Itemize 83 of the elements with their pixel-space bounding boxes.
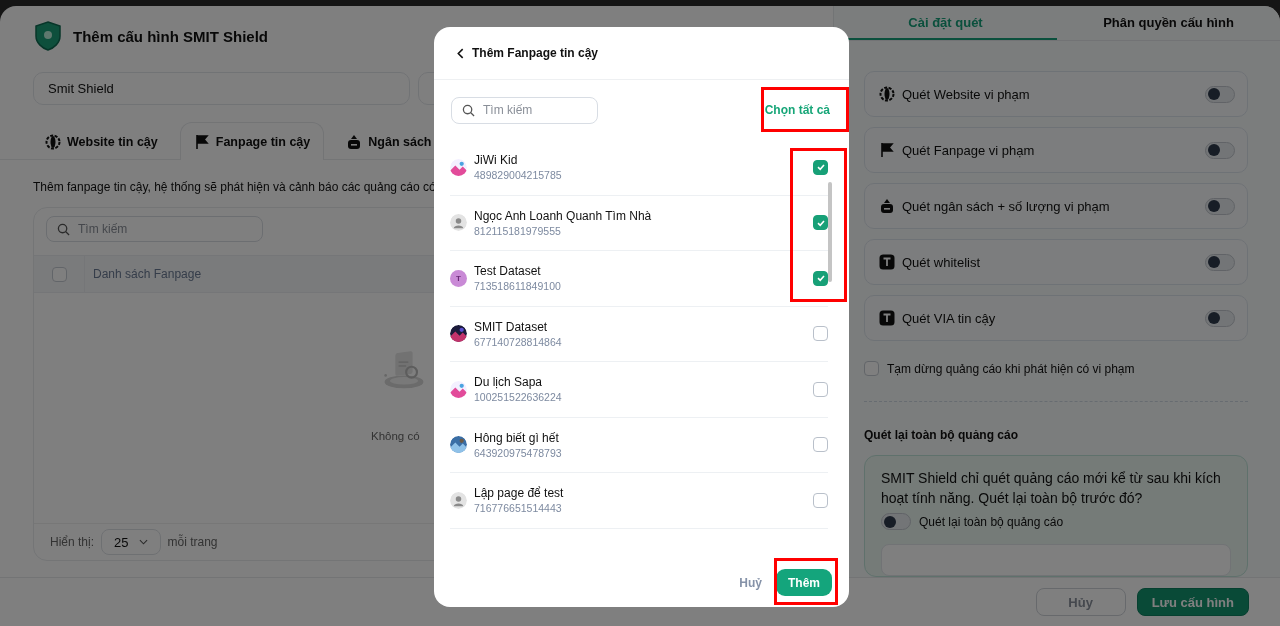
shield-logo-icon: [35, 21, 61, 51]
checkbox[interactable]: [813, 437, 828, 453]
globe-icon: [879, 86, 895, 102]
search-field[interactable]: Tìm kiếm: [451, 96, 598, 124]
fanpage-item[interactable]: T Test Dataset 713518611849100: [450, 251, 828, 307]
page-title: Thêm cấu hình SMIT Shield: [73, 27, 268, 45]
fanpage-id: 713518611849100: [474, 280, 562, 293]
toggle-switch[interactable]: [1205, 253, 1235, 271]
fanpage-name: Hông biết gì hết: [474, 430, 560, 445]
bag-icon: [346, 133, 363, 150]
checkbox[interactable]: [813, 270, 828, 286]
checkbox-label: Tạm dừng quảng cáo khi phát hiện có vi phạm: [887, 361, 1135, 376]
toggle-switch[interactable]: [1205, 141, 1235, 159]
bag-icon: [879, 198, 895, 214]
fanpage-name: Lập page để test: [474, 486, 565, 501]
scrollbar[interactable]: [828, 182, 832, 282]
fanpage-id: 489829004215785: [474, 169, 563, 182]
modal-title: Thêm Fanpage tin cậy: [472, 46, 599, 60]
fanpage-item[interactable]: Hông biết gì hết 643920975478793: [450, 417, 828, 473]
fanpage-id: 677140728814864: [474, 335, 563, 348]
avatar-silhouette-icon: [450, 491, 467, 509]
page-size-select[interactable]: 25: [101, 529, 161, 555]
settings-tab[interactable]: Phân quyền cấu hình: [1057, 6, 1280, 40]
option-label: Quét whitelist: [902, 254, 982, 270]
square-t-icon: [879, 254, 895, 270]
search-icon: [57, 222, 70, 236]
fanpage-name: SMIT Dataset: [474, 319, 549, 334]
toggle-switch[interactable]: [881, 513, 911, 530]
cancel-button[interactable]: Huỷ: [739, 575, 762, 590]
select-field[interactable]: [881, 544, 1231, 576]
flag-icon: [879, 142, 895, 158]
section-tab[interactable]: Website tin cậy: [33, 122, 170, 160]
fanpage-name: Du lịch Sapa: [474, 375, 544, 390]
checkbox[interactable]: [813, 381, 828, 397]
page-size-label: Hiển thị:: [50, 535, 95, 549]
per-page-label: mỗi trang: [167, 535, 218, 549]
toggle-label: Quét lại toàn bộ quảng cáo: [919, 514, 1064, 529]
fanpage-item[interactable]: SMIT Dataset 677140728814864: [450, 306, 828, 362]
option-label: Quét ngân sách + số lượng vi phạm: [902, 198, 1111, 214]
fanpage-name: Test Dataset: [474, 264, 542, 279]
add-button[interactable]: Thêm: [776, 569, 832, 596]
avatar: T: [450, 269, 467, 287]
checkbox[interactable]: [813, 215, 828, 231]
checkbox[interactable]: [813, 159, 828, 175]
checkbox[interactable]: [864, 361, 879, 376]
flag-icon: [193, 133, 210, 150]
save-button[interactable]: Lưu cấu hình: [1136, 588, 1249, 616]
info-message: SMIT Shield chỉ quét quảng cáo mới kể từ sau khi kích hoạt tính năng. Quét lại toàn bộ trước đó?: [881, 469, 1222, 508]
highlight-frame: [774, 558, 838, 605]
toggle-switch[interactable]: [1205, 197, 1235, 215]
select-all-link[interactable]: Chọn tất cả: [764, 103, 830, 117]
option-label: Quét Fanpage vi phạm: [902, 142, 1036, 158]
check-icon: [815, 162, 826, 173]
chevron-down-icon: [138, 539, 148, 545]
fanpage-id: 100251522636224: [474, 391, 563, 404]
fanpage-id: 812115181979555: [474, 224, 562, 237]
section-heading: Quét lại toàn bộ quảng cáo: [864, 428, 1019, 442]
fanpage-name: JiWi Kid: [474, 153, 519, 168]
fanpage-item[interactable]: Ngọc Anh Loanh Quanh Tìm Nhà 812115181979555: [450, 195, 828, 251]
search-icon: [462, 103, 475, 117]
toggle-switch[interactable]: [1205, 309, 1235, 327]
fanpage-id: 716776651514443: [474, 502, 563, 515]
option-label: Quét Website vi phạm: [902, 86, 1031, 102]
section-tab[interactable]: Fanpage tin cậy: [179, 122, 325, 160]
column-header: Danh sách Fanpage: [93, 267, 202, 281]
name-field[interactable]: Smit Shield: [33, 72, 410, 105]
globe-icon: [45, 133, 61, 150]
fanpage-item[interactable]: Du lịch Sapa 100251522636224: [450, 362, 828, 418]
avatar-silhouette-icon: [450, 214, 467, 232]
square-t-icon: [879, 310, 895, 326]
check-icon: [815, 273, 826, 284]
option-label: Quét VIA tin cậy: [902, 310, 997, 326]
back-icon[interactable]: [457, 47, 464, 59]
section-tab[interactable]: Ngân sách: [334, 122, 444, 160]
checkbox[interactable]: [813, 492, 828, 508]
empty-message: Không có: [371, 430, 420, 442]
fanpage-id: 643920975478793: [474, 446, 563, 459]
fanpage-item[interactable]: JiWi Kid 489829004215785: [450, 140, 828, 196]
checkbox[interactable]: [813, 326, 828, 342]
fanpage-item[interactable]: Lập page để test 716776651514443: [450, 473, 828, 529]
toggle-switch[interactable]: [1205, 85, 1235, 103]
select-all-checkbox[interactable]: [51, 266, 67, 282]
fanpage-name: Ngọc Anh Loanh Quanh Tìm Nhà: [474, 208, 653, 223]
